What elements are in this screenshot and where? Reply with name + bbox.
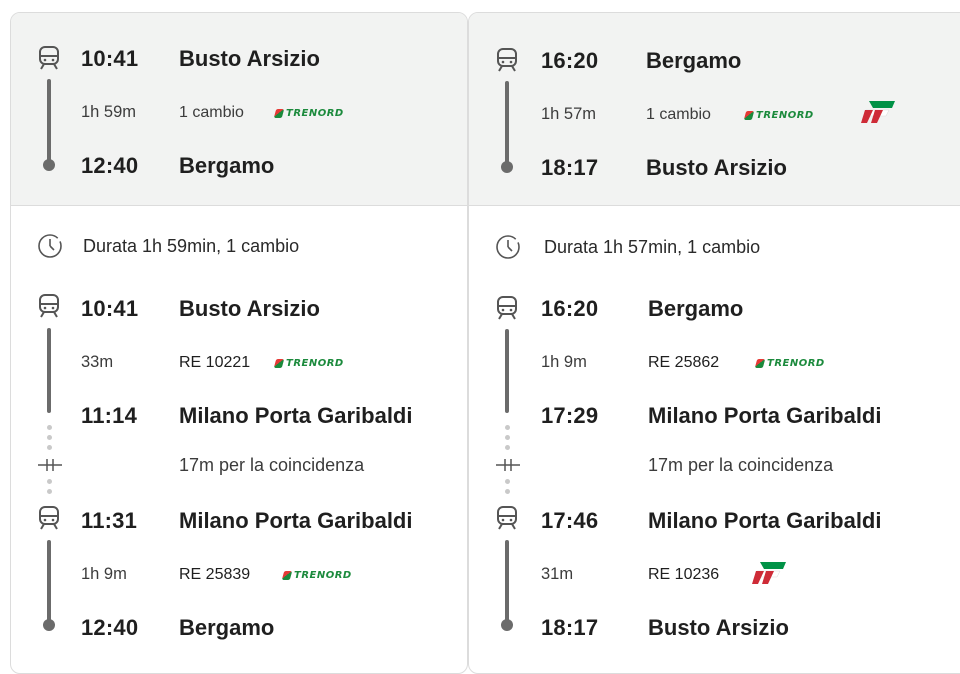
leg1-departure-station: Busto Arsizio (179, 296, 320, 321)
leg1-arrival-station: Milano Porta Garibaldi (179, 403, 413, 428)
clock-icon (38, 234, 62, 258)
leg-line (47, 540, 51, 630)
trenord-logo: TRENORD (273, 356, 344, 370)
leg1-train-number: RE 10221 (179, 354, 251, 371)
train-icon (497, 506, 517, 530)
train-icon (497, 48, 517, 72)
changes-count: 1 cambio (179, 104, 244, 121)
leg2-duration: 31m (541, 565, 574, 583)
connector-dot (47, 425, 52, 430)
trenord-logo: TRENORD (281, 568, 352, 582)
arrival-dot (43, 159, 55, 171)
connector-dot (505, 425, 510, 430)
leg1-arrival-station: Milano Porta Garibaldi (648, 403, 882, 428)
leg-line (47, 328, 51, 413)
leg2-train-number: RE 10236 (648, 566, 720, 583)
train-icon (39, 294, 59, 318)
journey-card-left[interactable]: 10:41 Busto Arsizio 1h 59m 1 cambio TREN… (10, 12, 468, 674)
leg2-arrival-station: Busto Arsizio (648, 615, 789, 640)
transfer-icon (38, 459, 62, 471)
trenitalia-logo (861, 101, 895, 123)
transfer-icon (496, 459, 520, 471)
trip-duration: 1h 57m (541, 105, 597, 123)
journey-card-right[interactable]: 16:20 Bergamo 1h 57m 1 cambio TRENORD 18… (468, 12, 960, 674)
trenord-logo: TRENORD (273, 106, 344, 120)
leg2-departure-station: Milano Porta Garibaldi (648, 508, 882, 533)
journey-summary[interactable]: 16:20 Bergamo 1h 57m 1 cambio TRENORD 18… (469, 13, 960, 206)
trenord-logo: TRENORD (743, 108, 814, 122)
leg2-departure-station: Milano Porta Garibaldi (179, 508, 413, 533)
departure-station: Busto Arsizio (179, 46, 320, 71)
leg1-departure-time: 10:41 (81, 296, 139, 321)
route-line (505, 81, 509, 165)
leg-line (505, 329, 509, 413)
connector-dot (47, 479, 52, 484)
connector-dot (47, 435, 52, 440)
clock-icon (496, 235, 520, 259)
leg-line (505, 540, 509, 630)
arrival-dot (501, 619, 513, 631)
changes-count: 1 cambio (646, 106, 711, 123)
train-icon (39, 506, 59, 530)
trenitalia-logo (752, 562, 786, 584)
leg1-duration: 33m (81, 353, 114, 371)
arrival-time: 18:17 (541, 155, 599, 180)
leg2-train-number: RE 25839 (179, 566, 251, 583)
arrival-dot (43, 619, 55, 631)
connector-dot (47, 445, 52, 450)
arrival-time: 12:40 (81, 153, 139, 178)
train-icon (497, 296, 517, 320)
connector-dot (505, 435, 510, 440)
leg2-departure-time: 17:46 (541, 508, 599, 533)
transfer-time: 17m per la coincidenza (179, 455, 365, 475)
connector-dot (47, 489, 52, 494)
leg1-train-number: RE 25862 (648, 354, 720, 371)
arrival-dot (501, 161, 513, 173)
transfer-time: 17m per la coincidenza (648, 455, 834, 475)
arrival-station: Bergamo (179, 153, 275, 178)
duration-detail: Durata 1h 59min, 1 cambio (83, 236, 300, 256)
departure-station: Bergamo (646, 48, 742, 73)
leg1-arrival-time: 11:14 (81, 403, 138, 428)
journey-summary[interactable]: 10:41 Busto Arsizio 1h 59m 1 cambio TREN… (11, 13, 467, 206)
leg2-arrival-station: Bergamo (179, 615, 275, 640)
leg1-arrival-time: 17:29 (541, 403, 599, 428)
trenord-logo: TRENORD (754, 356, 825, 370)
route-line (47, 79, 51, 163)
arrival-station: Busto Arsizio (646, 155, 787, 180)
connector-dot (505, 479, 510, 484)
duration-detail: Durata 1h 57min, 1 cambio (544, 237, 761, 257)
departure-time: 10:41 (81, 46, 139, 71)
connector-dot (505, 489, 510, 494)
train-icon (39, 46, 59, 70)
leg1-duration: 1h 9m (541, 353, 587, 371)
leg1-departure-time: 16:20 (541, 296, 599, 321)
connector-dot (505, 445, 510, 450)
leg2-arrival-time: 18:17 (541, 615, 599, 640)
leg2-duration: 1h 9m (81, 565, 127, 583)
leg1-departure-station: Bergamo (648, 296, 744, 321)
leg2-departure-time: 11:31 (81, 508, 138, 533)
leg2-arrival-time: 12:40 (81, 615, 139, 640)
trip-duration: 1h 59m (81, 103, 137, 121)
departure-time: 16:20 (541, 48, 599, 73)
